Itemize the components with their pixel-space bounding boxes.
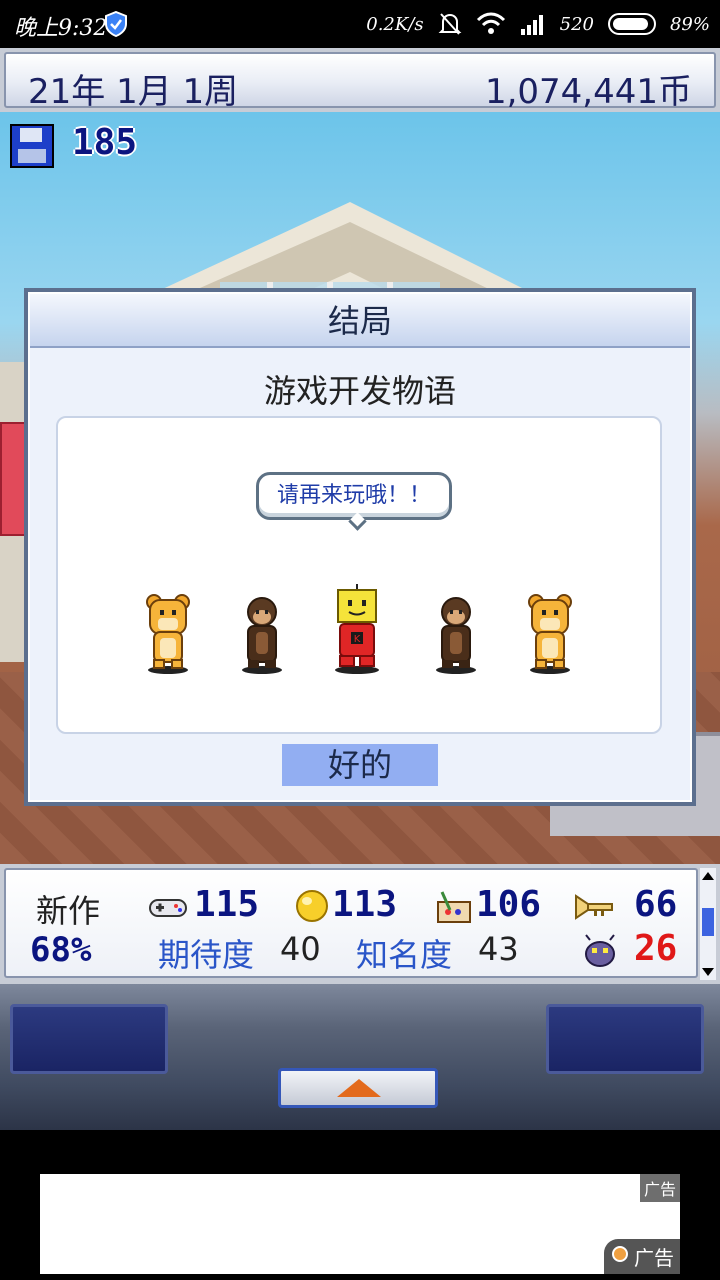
battery-icon xyxy=(607,13,656,35)
ad-label: 广告 xyxy=(639,1174,680,1202)
expand-up-button[interactable] xyxy=(278,1068,438,1108)
ending-stage: 请再来玩哦！！ K xyxy=(56,416,662,734)
expectation-value: 40 xyxy=(280,930,321,968)
left-menu-button[interactable] xyxy=(10,1004,168,1074)
sound-stat: 66 xyxy=(634,884,678,925)
right-menu-button[interactable] xyxy=(546,1004,704,1074)
clock: 晚上9:32 xyxy=(14,16,108,41)
fame-label: 知名度 xyxy=(356,936,453,974)
expectation-label: 期待度 xyxy=(158,936,255,974)
dialog-subtitle: 游戏开发物语 xyxy=(263,372,456,410)
bear-mascot-icon xyxy=(528,594,572,674)
bear-mascot-icon xyxy=(146,594,190,674)
scroll-thumb[interactable] xyxy=(702,908,714,936)
ad-banner[interactable]: 广告 广告 xyxy=(40,1174,680,1274)
trumpet-icon xyxy=(575,894,613,920)
ending-dialog: 结局 游戏开发物语 请再来玩哦！！ K 好的 xyxy=(24,288,696,806)
game-date: 21年 1月 1周 xyxy=(28,72,239,112)
signal-icon xyxy=(520,15,543,35)
bell-off-icon xyxy=(438,13,462,35)
fame-value: 43 xyxy=(478,930,519,968)
kairobot-icon: K xyxy=(335,584,379,674)
shield-icon xyxy=(105,11,127,37)
creativity-stat: 113 xyxy=(332,884,398,925)
game-header: 21年 1月 1周 1,074,441币 xyxy=(0,48,720,112)
save-icon[interactable] xyxy=(10,124,54,168)
fun-stat: 115 xyxy=(194,884,260,925)
scroll-up-icon[interactable] xyxy=(702,872,714,880)
wifi-icon xyxy=(476,12,505,34)
monkey-icon xyxy=(436,597,476,674)
battery-percent: 89% xyxy=(669,13,710,35)
bug-icon xyxy=(585,934,615,967)
status-bar: 晚上9:32 0.2K/s 520 89% xyxy=(0,0,720,48)
bottom-controls xyxy=(0,984,720,1130)
save-count: 185 xyxy=(72,122,138,163)
dialog-title: 结局 xyxy=(30,294,690,348)
bubble-tail xyxy=(348,512,367,531)
monkey-icon xyxy=(242,597,282,674)
ad-badge[interactable]: 广告 xyxy=(604,1239,680,1274)
controller-icon xyxy=(149,899,187,917)
new-title-label: 新作 xyxy=(36,892,101,930)
paintbrush-icon xyxy=(437,891,471,923)
graphics-stat: 106 xyxy=(476,884,542,925)
speech-bubble: 请再来玩哦！！ xyxy=(256,472,452,531)
panel-scrollbar[interactable] xyxy=(700,868,716,980)
svg-text:K: K xyxy=(354,634,361,645)
scroll-down-icon[interactable] xyxy=(702,968,714,976)
project-status-panel[interactable]: 新作 68% 115 113 106 66 期待度 40 知名度 43 26 xyxy=(0,864,720,984)
net-speed: 0.2K/s xyxy=(366,13,424,35)
lightbulb-icon xyxy=(296,890,328,922)
data-indicator: 520 xyxy=(559,13,594,35)
speech-text: 请再来玩哦！！ xyxy=(276,483,431,508)
money-display: 1,074,441币 xyxy=(484,72,692,112)
ok-button[interactable]: 好的 xyxy=(282,744,438,786)
progress-percent: 68% xyxy=(30,930,92,970)
bug-count: 26 xyxy=(634,928,678,969)
